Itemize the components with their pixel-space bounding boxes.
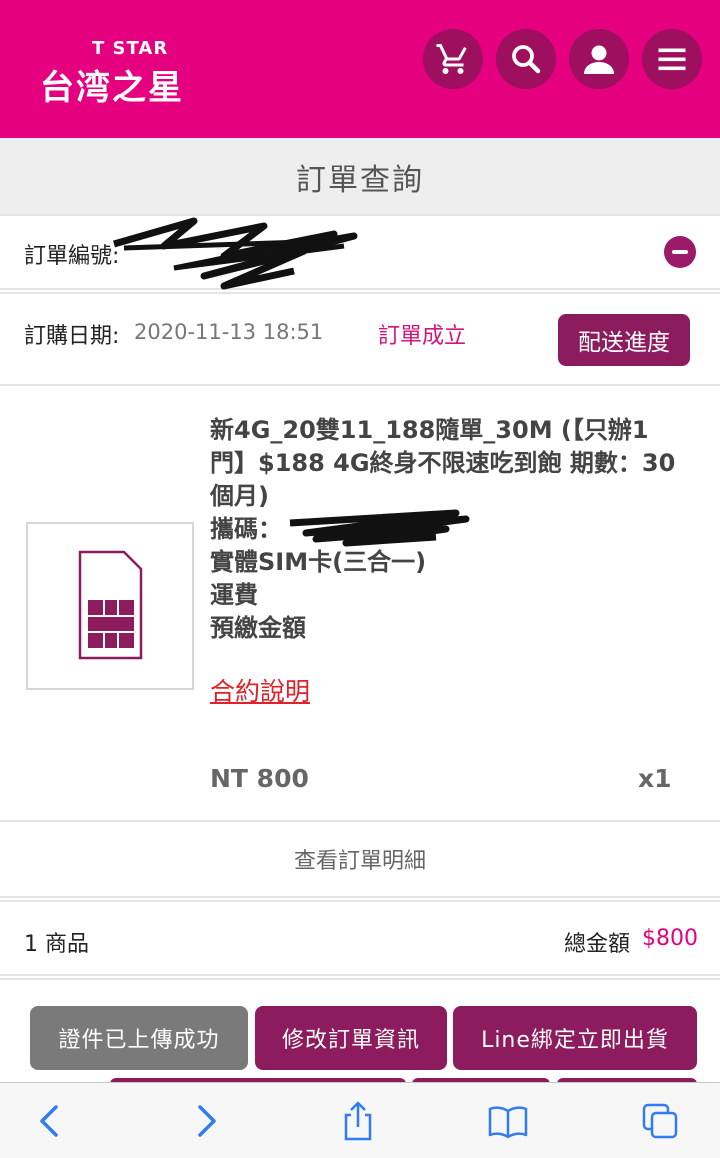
redaction-scribble: [113, 217, 358, 290]
share-icon[interactable]: [338, 1101, 378, 1141]
line-bind-ship-button[interactable]: Line綁定立即出貨: [453, 1006, 697, 1070]
prepaid-amount: 預繳金額: [210, 614, 306, 642]
logo-title: 台湾之星: [40, 68, 184, 108]
order-actions: 證件已上傳成功 修改訂單資訊 Line綁定立即出貨: [0, 978, 720, 1092]
bookmarks-icon[interactable]: [488, 1101, 528, 1141]
page-title-bar: 訂單查詢: [0, 138, 720, 216]
product-name: 新4G_20雙11_188隨單_30M (【只辦1門】$188 4G終身不限速吃…: [210, 416, 676, 510]
order-date-label: 訂購日期:: [24, 324, 120, 349]
cart-button[interactable]: [423, 29, 483, 89]
shipping-fee: 運費: [210, 581, 258, 609]
back-icon[interactable]: [30, 1101, 70, 1141]
tabs-icon[interactable]: [640, 1101, 680, 1141]
page-title: 訂單查詢: [296, 163, 424, 198]
sim-card-icon: [78, 550, 143, 660]
product-quantity: x1: [638, 764, 672, 793]
browser-toolbar: [0, 1082, 720, 1158]
redaction-scribble: [289, 509, 470, 547]
product-image: [26, 522, 194, 690]
contract-link[interactable]: 合約說明: [210, 672, 310, 708]
search-button[interactable]: [496, 29, 556, 89]
view-order-detail-row[interactable]: 查看訂單明細: [0, 820, 720, 898]
order-status: 訂單成立: [378, 324, 467, 349]
logo-subtitle: T STAR: [92, 38, 169, 59]
order-number-row: 訂單編號:: [0, 214, 720, 290]
site-header: T STAR 台湾之星: [0, 0, 720, 138]
product-price: NT 800: [210, 764, 309, 793]
menu-button[interactable]: [642, 29, 702, 89]
product-details: 新4G_20雙11_188隨單_30M (【只辦1門】$188 4G終身不限速吃…: [210, 414, 680, 645]
port-number-label: 攜碼：: [210, 515, 282, 543]
product-item: 新4G_20雙11_188隨單_30M (【只辦1門】$188 4G終身不限速吃…: [0, 388, 720, 818]
order-summary-row: 1 商品 總金額 $800: [0, 900, 720, 976]
search-icon: [512, 45, 541, 74]
account-button[interactable]: [569, 29, 629, 89]
edit-order-button[interactable]: 修改訂單資訊: [255, 1006, 447, 1070]
user-icon: [584, 45, 614, 74]
order-date-value: 2020-11-13 18:51: [134, 320, 324, 344]
cart-icon: [436, 44, 467, 74]
total-amount: $800: [642, 926, 698, 951]
port-number-line: 攜碼：: [210, 509, 680, 547]
forward-icon[interactable]: [186, 1101, 226, 1141]
collapse-icon[interactable]: [664, 236, 696, 268]
total-label: 總金額: [564, 932, 631, 957]
order-date-row: 訂購日期: 2020-11-13 18:51 訂單成立 配送進度: [0, 292, 720, 386]
sim-type: 實體SIM卡(三合一): [210, 548, 427, 576]
upload-success-button[interactable]: 證件已上傳成功: [30, 1006, 248, 1070]
delivery-progress-button[interactable]: 配送進度: [558, 314, 690, 366]
menu-icon: [658, 48, 686, 71]
view-order-detail-link[interactable]: 查看訂單明細: [294, 843, 426, 875]
items-count: 1 商品: [24, 932, 89, 957]
